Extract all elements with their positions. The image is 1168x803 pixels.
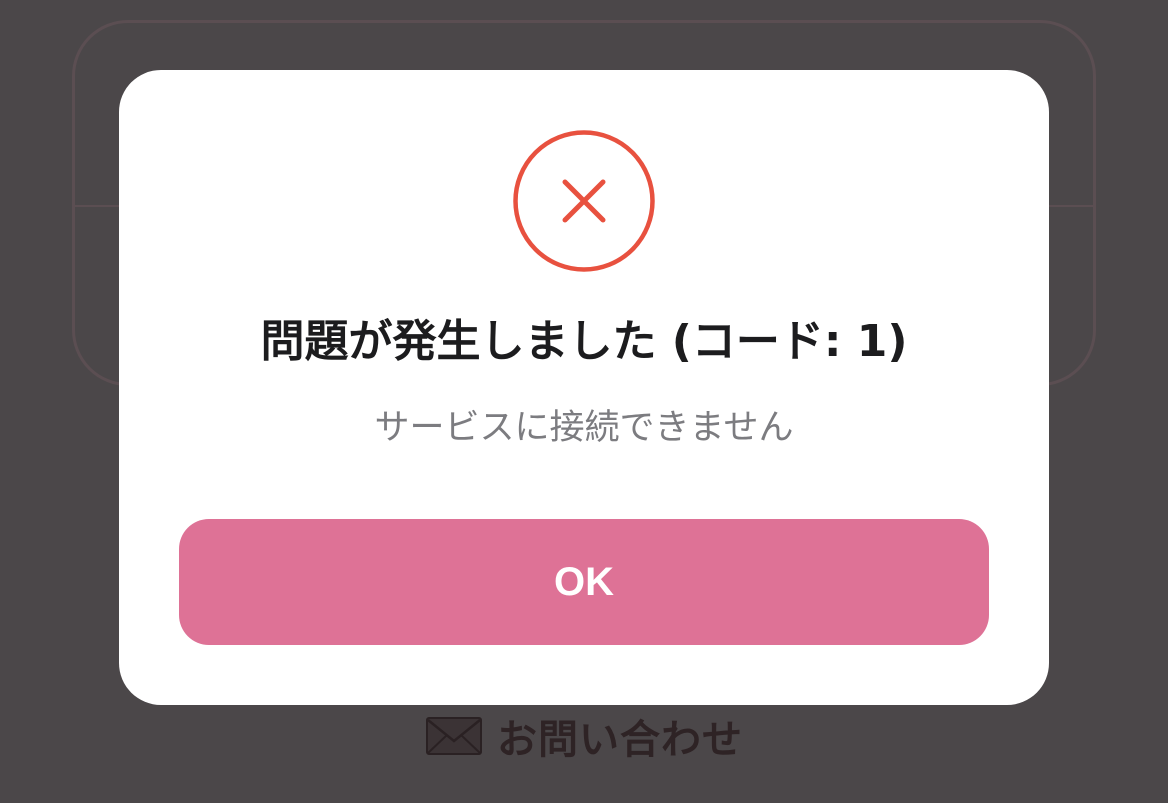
contact-label: お問い合わせ — [497, 717, 743, 763]
error-x-icon — [512, 129, 656, 273]
contact-link[interactable]: お問い合わせ — [0, 708, 1168, 764]
dialog-title: 問題が発生しました (コード: 1) — [260, 316, 908, 367]
ok-button[interactable]: OK — [179, 519, 989, 645]
error-dialog: 問題が発生しました (コード: 1) サービスに接続できません OK — [119, 70, 1049, 705]
envelope-icon — [426, 717, 482, 755]
dialog-message: サービスに接続できません — [374, 408, 794, 448]
